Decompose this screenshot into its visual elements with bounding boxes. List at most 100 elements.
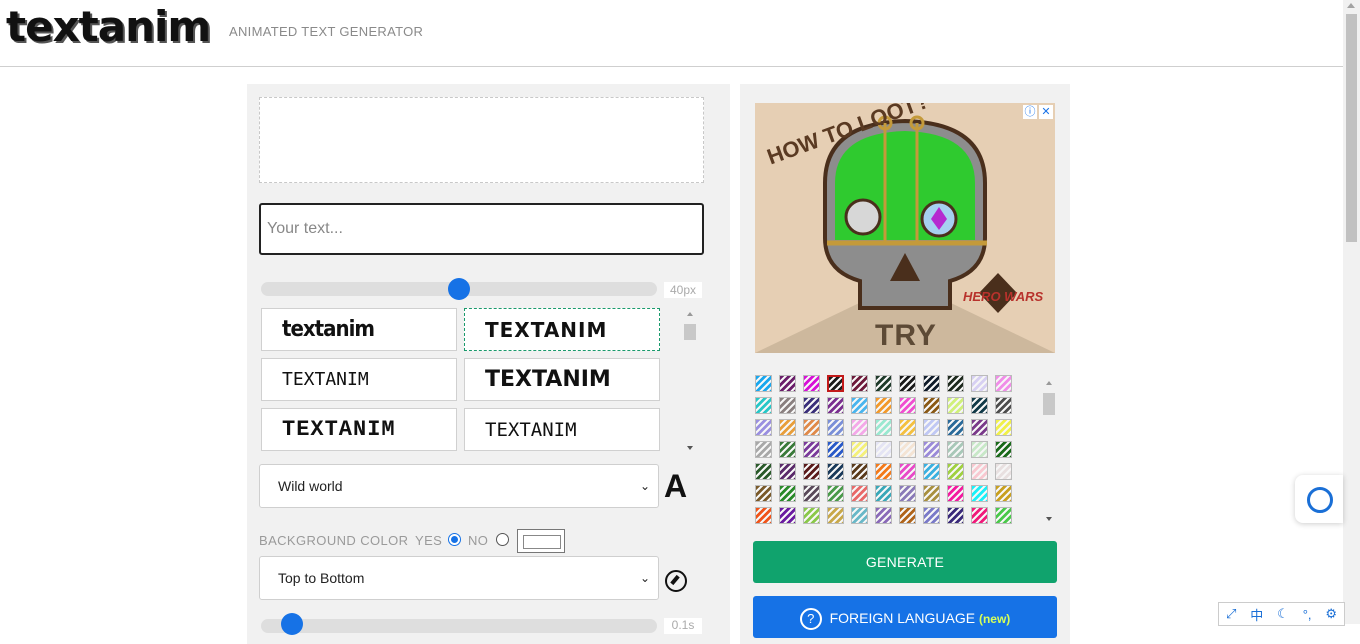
- texture-swatch[interactable]: [971, 419, 988, 436]
- texture-swatch[interactable]: [779, 441, 796, 458]
- texture-swatch[interactable]: [851, 485, 868, 502]
- texture-swatch[interactable]: [803, 507, 820, 524]
- font-picker-scrollbar[interactable]: [679, 310, 699, 452]
- texture-swatch[interactable]: [995, 463, 1012, 480]
- font-select[interactable]: Wild world ⌄: [259, 464, 659, 508]
- texture-swatch[interactable]: [803, 441, 820, 458]
- texture-picker-scroll-thumb[interactable]: [1043, 393, 1055, 415]
- info-icon[interactable]: ⓘ: [1023, 105, 1037, 119]
- texture-swatch[interactable]: [947, 375, 964, 392]
- texture-swatch[interactable]: [803, 419, 820, 436]
- foreign-language-button[interactable]: ? FOREIGN LANGUAGE (new): [753, 596, 1057, 638]
- texture-swatch[interactable]: [995, 375, 1012, 392]
- texture-swatch[interactable]: [779, 375, 796, 392]
- texture-swatch[interactable]: [827, 463, 844, 480]
- texture-swatch[interactable]: [875, 441, 892, 458]
- texture-swatch[interactable]: [755, 507, 772, 524]
- texture-swatch[interactable]: [947, 397, 964, 414]
- compass-icon[interactable]: [665, 570, 687, 592]
- texture-swatch[interactable]: [755, 419, 772, 436]
- texture-swatch[interactable]: [995, 441, 1012, 458]
- texture-swatch[interactable]: [875, 375, 892, 392]
- font-preview-icon[interactable]: A: [664, 468, 687, 505]
- font-option[interactable]: TEXTANIM: [464, 358, 660, 401]
- texture-swatch[interactable]: [779, 397, 796, 414]
- texture-swatch[interactable]: [851, 463, 868, 480]
- texture-swatch[interactable]: [875, 463, 892, 480]
- texture-swatch[interactable]: [923, 397, 940, 414]
- texture-swatch[interactable]: [971, 441, 988, 458]
- texture-swatch[interactable]: [971, 485, 988, 502]
- font-option[interactable]: TEXTANIM: [261, 408, 457, 451]
- background-no-radio[interactable]: [496, 533, 509, 546]
- texture-swatch[interactable]: [827, 397, 844, 414]
- direction-select[interactable]: Top to Bottom ⌄: [259, 556, 659, 600]
- texture-swatch[interactable]: [827, 485, 844, 502]
- texture-swatch[interactable]: [995, 507, 1012, 524]
- texture-swatch[interactable]: [755, 463, 772, 480]
- speed-slider-handle[interactable]: [281, 613, 303, 635]
- generate-button[interactable]: GENERATE: [753, 541, 1057, 583]
- texture-swatch[interactable]: [875, 397, 892, 414]
- font-option[interactable]: textanim: [261, 308, 457, 351]
- texture-swatch[interactable]: [971, 463, 988, 480]
- font-option[interactable]: TEXTANIM: [261, 358, 457, 401]
- font-option[interactable]: TEXTANIM: [464, 408, 660, 451]
- texture-swatch[interactable]: [947, 463, 964, 480]
- texture-swatch[interactable]: [947, 485, 964, 502]
- texture-swatch[interactable]: [851, 441, 868, 458]
- texture-swatch[interactable]: [827, 441, 844, 458]
- translate-widget-button[interactable]: [1295, 475, 1343, 523]
- texture-swatch[interactable]: [803, 375, 820, 392]
- texture-swatch[interactable]: [875, 419, 892, 436]
- scroll-up-icon[interactable]: [687, 312, 693, 316]
- ad-cta[interactable]: TRY: [875, 319, 937, 353]
- texture-swatch[interactable]: [899, 441, 916, 458]
- scroll-down-icon[interactable]: [1046, 517, 1052, 521]
- texture-swatch[interactable]: [827, 375, 844, 392]
- punctuation-icon[interactable]: °,: [1303, 607, 1312, 622]
- font-picker-scroll-thumb[interactable]: [684, 324, 696, 340]
- background-yes-radio[interactable]: [448, 533, 461, 546]
- texture-swatch[interactable]: [923, 375, 940, 392]
- texture-swatch[interactable]: [995, 397, 1012, 414]
- speed-slider[interactable]: [261, 619, 657, 633]
- scroll-down-icon[interactable]: [687, 446, 693, 450]
- texture-swatch[interactable]: [851, 397, 868, 414]
- site-logo[interactable]: textanim: [6, 2, 211, 51]
- texture-swatch[interactable]: [947, 507, 964, 524]
- texture-swatch[interactable]: [755, 397, 772, 414]
- font-size-slider-handle[interactable]: [448, 278, 470, 300]
- texture-swatch[interactable]: [899, 397, 916, 414]
- texture-swatch[interactable]: [995, 485, 1012, 502]
- texture-swatch[interactable]: [923, 419, 940, 436]
- expand-icon[interactable]: ⤢: [1226, 606, 1236, 622]
- texture-swatch[interactable]: [923, 463, 940, 480]
- texture-swatch[interactable]: [851, 419, 868, 436]
- texture-swatch[interactable]: [899, 419, 916, 436]
- texture-swatch[interactable]: [971, 397, 988, 414]
- texture-swatch[interactable]: [803, 397, 820, 414]
- texture-swatch[interactable]: [947, 441, 964, 458]
- texture-swatch[interactable]: [971, 507, 988, 524]
- texture-swatch[interactable]: [923, 441, 940, 458]
- scroll-up-icon[interactable]: [1046, 381, 1052, 385]
- texture-swatch[interactable]: [947, 419, 964, 436]
- scroll-up-arrow-icon[interactable]: [1347, 3, 1355, 8]
- font-option-selected[interactable]: TEXTANIM: [464, 308, 660, 351]
- background-color-picker[interactable]: [517, 529, 565, 553]
- page-scrollbar[interactable]: [1343, 0, 1360, 624]
- page-scrollbar-thumb[interactable]: [1346, 14, 1357, 242]
- settings-icon[interactable]: ⚙: [1325, 606, 1337, 622]
- advertisement[interactable]: HOW TO LOOT? HERO WARS TRY ⓘ ✕: [755, 103, 1055, 353]
- texture-swatch[interactable]: [899, 485, 916, 502]
- moon-icon[interactable]: ☾: [1277, 606, 1289, 622]
- texture-swatch[interactable]: [971, 375, 988, 392]
- texture-swatch[interactable]: [923, 507, 940, 524]
- texture-swatch[interactable]: [995, 419, 1012, 436]
- texture-swatch[interactable]: [779, 485, 796, 502]
- texture-picker-scrollbar[interactable]: [1043, 379, 1057, 525]
- texture-swatch[interactable]: [803, 463, 820, 480]
- texture-swatch[interactable]: [755, 441, 772, 458]
- texture-swatch[interactable]: [827, 507, 844, 524]
